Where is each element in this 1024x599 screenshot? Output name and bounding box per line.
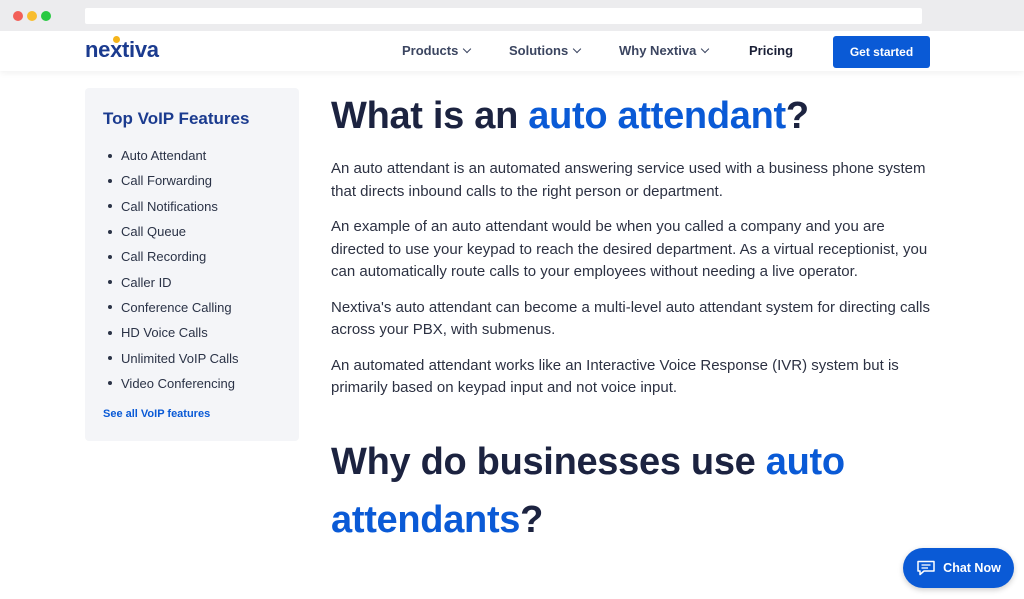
see-all-features-link[interactable]: See all VoIP features: [103, 408, 210, 420]
minimize-window-icon[interactable]: [27, 11, 37, 21]
section-heading: Why do businesses use auto attendants?: [331, 433, 931, 549]
nav-solutions-label: Solutions: [509, 43, 569, 58]
paragraph: Nextiva's auto attendant can become a mu…: [331, 298, 931, 339]
feature-link-video-conferencing[interactable]: Video Conferencing: [108, 371, 239, 396]
page: nextiva Products Solutions Why Nextiva P…: [0, 31, 1024, 599]
feature-link-call-forwarding[interactable]: Call Forwarding: [108, 168, 239, 193]
logo-dot-icon: [113, 36, 120, 43]
browser-chrome: [0, 0, 1024, 31]
nextiva-logo[interactable]: nextiva: [85, 37, 159, 63]
title-suffix: ?: [785, 95, 809, 137]
article-content: What is an auto attendant? An auto atten…: [331, 93, 931, 549]
nav-products[interactable]: Products: [402, 43, 472, 58]
paragraph: An example of an auto attendant would be…: [331, 218, 928, 280]
chevron-down-icon: [572, 44, 582, 53]
section-heading-suffix: ?: [520, 498, 544, 541]
feature-link-unlimited-voip-calls[interactable]: Unlimited VoIP Calls: [108, 345, 239, 370]
paragraph: An automated attendant works like an Int…: [331, 356, 899, 397]
chevron-down-icon: [701, 44, 710, 53]
chat-bubble-icon: [917, 560, 935, 576]
feature-link-hd-voice-calls[interactable]: HD Voice Calls: [108, 320, 239, 345]
section-heading-text: Why do businesses use: [331, 440, 766, 483]
title-text: What is an: [331, 95, 529, 137]
voip-features-sidebar: Top VoIP Features Auto Attendant Call Fo…: [85, 88, 299, 441]
feature-link-call-notifications[interactable]: Call Notifications: [108, 194, 239, 219]
feature-link-caller-id[interactable]: Caller ID: [108, 269, 239, 294]
nav-pricing[interactable]: Pricing: [749, 43, 793, 58]
nav-products-label: Products: [402, 43, 459, 58]
sidebar-title: Top VoIP Features: [103, 109, 250, 128]
feature-link-conference-calling[interactable]: Conference Calling: [108, 295, 239, 320]
paragraph: An auto attendant is an automated answer…: [331, 160, 926, 200]
page-title: What is an auto attendant?: [331, 93, 931, 139]
nav-solutions[interactable]: Solutions: [509, 43, 582, 58]
maximize-window-icon[interactable]: [41, 11, 51, 21]
address-bar[interactable]: [85, 8, 922, 24]
close-window-icon[interactable]: [13, 11, 23, 21]
nav-why-nextiva[interactable]: Why Nextiva: [619, 43, 710, 58]
title-highlight: auto attendant: [528, 95, 786, 137]
chat-now-label: Chat Now: [943, 561, 1001, 575]
nav-pricing-label: Pricing: [749, 43, 794, 58]
feature-link-call-recording[interactable]: Call Recording: [108, 244, 239, 269]
chat-now-button[interactable]: Chat Now: [903, 548, 1014, 588]
feature-link-auto-attendant[interactable]: Auto Attendant: [108, 143, 239, 168]
top-navigation: nextiva Products Solutions Why Nextiva P…: [0, 31, 1024, 71]
chevron-down-icon: [463, 44, 472, 53]
nav-why-label: Why Nextiva: [619, 43, 697, 58]
get-started-button[interactable]: Get started: [833, 36, 930, 68]
feature-link-call-queue[interactable]: Call Queue: [108, 219, 239, 244]
feature-list: Auto Attendant Call Forwarding Call Noti…: [108, 143, 239, 396]
